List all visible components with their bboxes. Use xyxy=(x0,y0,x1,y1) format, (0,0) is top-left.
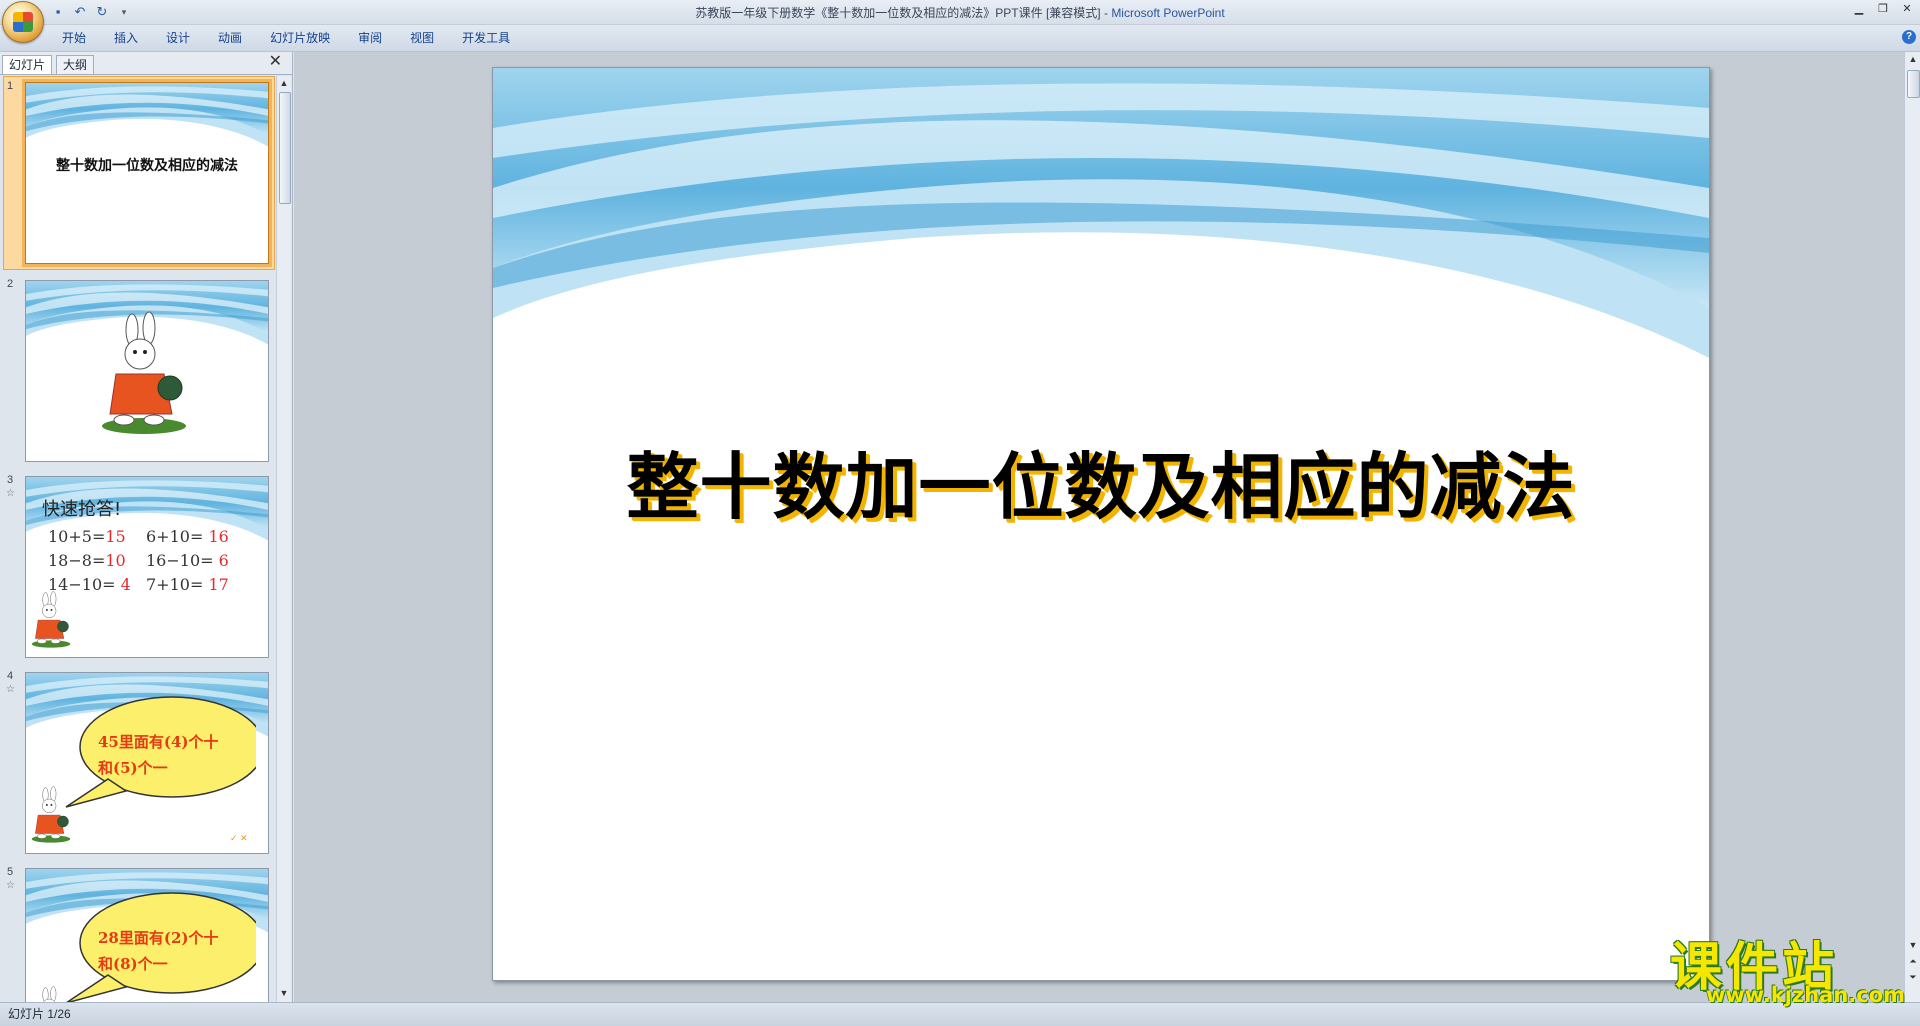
watermark-url: www.kjzhan.com xyxy=(1706,983,1906,1007)
speech-bubble xyxy=(65,696,256,808)
scroll-thumb[interactable] xyxy=(1907,70,1920,98)
slide-counter: 幻灯片 1/26 xyxy=(8,1007,71,1021)
thumb-number: 5 xyxy=(7,866,14,878)
ribbon-tabs: 开始 插入 设计 动画 幻灯片放映 审阅 视图 开发工具 ? xyxy=(0,25,1920,52)
slide-thumb-4[interactable]: 45里面有(4)个十 和(5)个一 ✓ ✕ xyxy=(25,672,269,854)
scroll-up-icon[interactable]: ▲ xyxy=(1907,54,1919,64)
current-slide[interactable]: 整十数加一位数及相应的减法 xyxy=(492,67,1710,981)
thumb-heading: 快速抢答! xyxy=(42,499,122,520)
animation-star-icon: ☆ xyxy=(6,488,15,499)
thumb-number: 2 xyxy=(7,278,14,290)
animation-star-icon: ☆ xyxy=(6,684,15,695)
tab-slides[interactable]: 幻灯片 xyxy=(2,55,53,74)
scroll-thumb[interactable] xyxy=(279,92,291,204)
thumb-title: 整十数加一位数及相应的减法 xyxy=(56,158,238,174)
pane-scrollbar[interactable]: ▲ ▼ xyxy=(276,76,291,1002)
slide-editor: 整十数加一位数及相应的减法 xyxy=(294,52,1904,1002)
thumb-number: 4 xyxy=(7,670,14,682)
slide-thumbnails: 1 整十数加一位数及相应的减法 2 3 ☆ 快速抢答! 10+5=15 6+10… xyxy=(0,76,276,1002)
equation: 10+5=15 xyxy=(48,527,126,546)
equation: 16−10= 6 xyxy=(146,551,229,570)
slide-thumb-5[interactable]: 28里面有(2)个十 和(8)个一 xyxy=(25,868,269,1002)
bubble-line-1: 45里面有(4)个十 xyxy=(98,733,219,751)
bunny-illustration xyxy=(31,986,71,1002)
animation-star-icon: ☆ xyxy=(6,880,15,891)
slide-title[interactable]: 整十数加一位数及相应的减法 xyxy=(493,428,1709,533)
tab-animations[interactable]: 动画 xyxy=(204,30,256,46)
bunny-illustration xyxy=(31,786,71,843)
tab-view[interactable]: 视图 xyxy=(396,30,448,46)
bunny-illustration xyxy=(101,311,187,435)
tab-home[interactable]: 开始 xyxy=(48,30,100,46)
slides-pane: 幻灯片 大纲 ✕ 1 整十数加一位数及相应的减法 2 3 ☆ 快速抢答! 10+… xyxy=(0,52,293,1002)
scroll-up-icon[interactable]: ▲ xyxy=(278,78,290,88)
help-icon[interactable]: ? xyxy=(1902,30,1916,44)
bubble-line-1: 28里面有(2)个十 xyxy=(98,929,219,947)
equation: 6+10= 16 xyxy=(146,527,229,546)
bunny-illustration xyxy=(31,591,71,648)
status-bar: 幻灯片 1/26 xyxy=(0,1002,1920,1026)
close-pane-icon[interactable]: ✕ xyxy=(269,54,282,70)
thumb-number: 3 xyxy=(7,474,14,486)
minimize-icon[interactable]: ▁ xyxy=(1852,2,1866,15)
editor-scrollbar[interactable]: ▲ ▼ ⏶ ⏷ xyxy=(1904,52,1920,1002)
sky-decoration xyxy=(493,68,1709,358)
tab-developer[interactable]: 开发工具 xyxy=(448,30,524,46)
nav-marks-icon: ✓ ✕ xyxy=(230,833,248,843)
sky-decoration xyxy=(26,83,268,147)
window-title: 苏教版一年级下册数学《整十数加一位数及相应的减法》PPT课件 [兼容模式] - … xyxy=(695,6,1225,20)
tab-slideshow[interactable]: 幻灯片放映 xyxy=(256,30,344,46)
restore-icon[interactable]: ❐ xyxy=(1876,2,1890,15)
scroll-down-icon[interactable]: ▼ xyxy=(278,988,290,998)
office-logo-icon xyxy=(13,12,33,32)
slide-thumb-1[interactable]: 整十数加一位数及相应的减法 xyxy=(25,82,269,264)
tab-outline[interactable]: 大纲 xyxy=(56,55,95,74)
thumb-number: 1 xyxy=(7,80,14,92)
equation: 18−8=10 xyxy=(48,551,126,570)
watermark: 课件站 www.kjzhan.com xyxy=(1670,925,1910,1007)
office-button[interactable] xyxy=(2,1,44,43)
bubble-line-2: 和(5)个一 xyxy=(98,759,168,777)
bubble-line-2: 和(8)个一 xyxy=(98,955,168,973)
equation: 7+10= 17 xyxy=(146,575,229,594)
tab-review[interactable]: 审阅 xyxy=(344,30,396,46)
slide-thumb-2[interactable] xyxy=(25,280,269,462)
close-icon[interactable]: ✕ xyxy=(1900,2,1914,15)
slide-thumb-3[interactable]: 快速抢答! 10+5=15 6+10= 16 18−8=10 16−10= 6 … xyxy=(25,476,269,658)
tab-insert[interactable]: 插入 xyxy=(100,30,152,46)
title-bar: ▪ ↶ ↻ ▾ 苏教版一年级下册数学《整十数加一位数及相应的减法》PPT课件 [… xyxy=(0,0,1920,25)
tab-design[interactable]: 设计 xyxy=(152,30,204,46)
